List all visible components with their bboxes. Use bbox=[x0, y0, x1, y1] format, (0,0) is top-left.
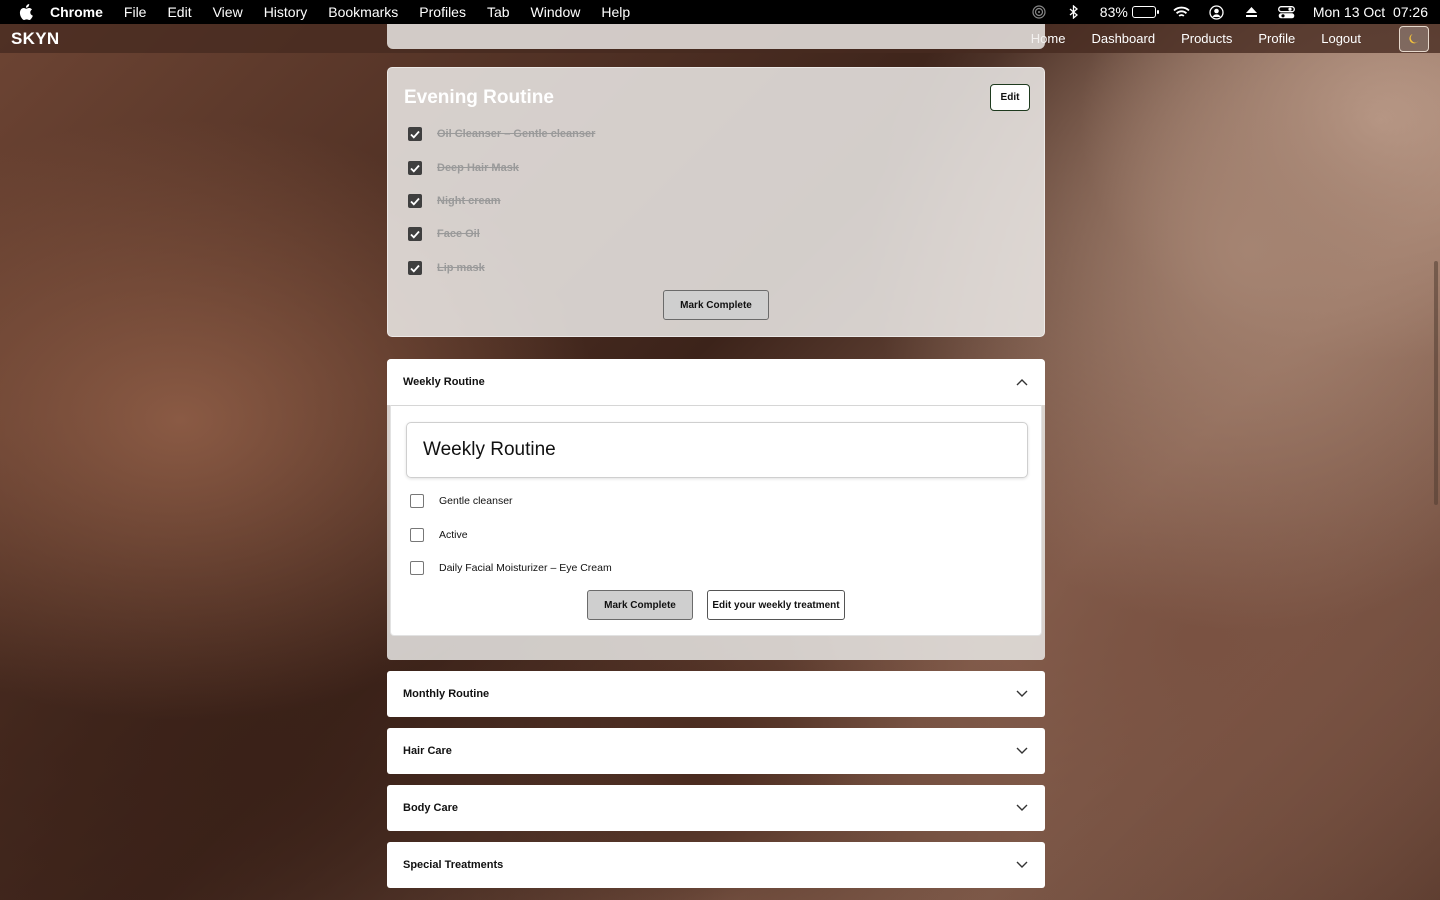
evening-item[interactable]: Deep Hair Mask bbox=[408, 161, 519, 175]
checkbox-checked[interactable] bbox=[408, 127, 422, 141]
scrollbar-thumb[interactable] bbox=[1434, 261, 1438, 505]
check-icon bbox=[410, 197, 420, 206]
section-label: Body Care bbox=[403, 802, 459, 814]
checkbox-checked[interactable] bbox=[408, 194, 422, 208]
evening-item-label: Night cream bbox=[437, 195, 501, 207]
theme-toggle-button[interactable] bbox=[1399, 25, 1429, 52]
check-icon bbox=[410, 230, 420, 239]
battery-status[interactable]: 83% bbox=[1099, 4, 1159, 20]
checkbox-checked[interactable] bbox=[408, 227, 422, 241]
menu-profiles[interactable]: Profiles bbox=[419, 4, 466, 20]
menu-tab[interactable]: Tab bbox=[487, 4, 510, 20]
chevron-down-icon[interactable] bbox=[1015, 801, 1029, 815]
evening-item[interactable]: Face Oil bbox=[408, 227, 480, 241]
nav-profile[interactable]: Profile bbox=[1258, 31, 1295, 46]
evening-item-label: Face Oil bbox=[437, 228, 480, 240]
check-icon bbox=[410, 130, 420, 139]
apple-icon[interactable] bbox=[18, 4, 34, 20]
evening-item[interactable]: Oil Cleanser – Gentle cleanser bbox=[408, 127, 595, 141]
control-center-icon[interactable] bbox=[1278, 5, 1296, 19]
weekly-routine-accordion: Weekly Routine Weekly Routine Gentle cle… bbox=[387, 359, 1045, 660]
checkbox-unchecked[interactable] bbox=[410, 528, 424, 542]
evening-mark-complete-button[interactable]: Mark Complete bbox=[663, 290, 769, 320]
weekly-item[interactable]: Active bbox=[410, 528, 468, 542]
battery-percent: 83% bbox=[1099, 4, 1128, 20]
brand-logo[interactable]: SKYN bbox=[11, 29, 59, 49]
weekly-item-label: Daily Facial Moisturizer – Eye Cream bbox=[439, 562, 612, 574]
datetime[interactable]: Mon 13 Oct 07:26 bbox=[1313, 4, 1428, 20]
check-icon bbox=[410, 264, 420, 273]
menu-app-name[interactable]: Chrome bbox=[50, 4, 103, 20]
checkbox-unchecked[interactable] bbox=[410, 561, 424, 575]
menu-view[interactable]: View bbox=[213, 4, 243, 20]
nav-dashboard[interactable]: Dashboard bbox=[1091, 31, 1155, 46]
menu-edit[interactable]: Edit bbox=[167, 4, 191, 20]
evening-item-label: Lip mask bbox=[437, 262, 485, 274]
monthly-routine-accordion[interactable]: Monthly Routine bbox=[387, 671, 1045, 717]
checkbox-checked[interactable] bbox=[408, 161, 422, 175]
evening-item[interactable]: Night cream bbox=[408, 194, 501, 208]
edit-weekly-treatment-button[interactable]: Edit your weekly treatment bbox=[707, 590, 845, 620]
section-label: Special Treatments bbox=[403, 859, 504, 871]
menu-history[interactable]: History bbox=[264, 4, 308, 20]
bluetooth-icon[interactable] bbox=[1065, 5, 1083, 19]
chevron-down-icon[interactable] bbox=[1015, 744, 1029, 758]
hair-care-accordion[interactable]: Hair Care bbox=[387, 728, 1045, 774]
evening-item-label: Deep Hair Mask bbox=[437, 162, 519, 174]
nav-products[interactable]: Products bbox=[1181, 31, 1232, 46]
evening-item[interactable]: Lip mask bbox=[408, 261, 485, 275]
section-label: Monthly Routine bbox=[403, 688, 490, 700]
airdrop-icon[interactable] bbox=[1030, 5, 1048, 19]
eject-icon[interactable] bbox=[1243, 5, 1261, 19]
battery-icon bbox=[1131, 6, 1159, 18]
menu-help[interactable]: Help bbox=[601, 4, 630, 20]
edit-evening-button[interactable]: Edit bbox=[990, 84, 1030, 111]
nav-logout[interactable]: Logout bbox=[1321, 31, 1361, 46]
menu-bookmarks[interactable]: Bookmarks bbox=[328, 4, 398, 20]
weekly-routine-header-label: Weekly Routine bbox=[403, 376, 485, 388]
weekly-mark-complete-button[interactable]: Mark Complete bbox=[587, 590, 693, 620]
section-label: Hair Care bbox=[403, 745, 452, 757]
nav-links: Home Dashboard Products Profile Logout bbox=[1005, 25, 1429, 52]
previous-card bbox=[387, 24, 1045, 49]
checkbox-unchecked[interactable] bbox=[410, 494, 424, 508]
chevron-down-icon[interactable] bbox=[1015, 858, 1029, 872]
evening-item-label: Oil Cleanser – Gentle cleanser bbox=[437, 128, 596, 140]
evening-routine-card: Evening Routine Edit Oil Cleanser – Gent… bbox=[387, 67, 1045, 337]
checkbox-checked[interactable] bbox=[408, 261, 422, 275]
page-scrollbar[interactable] bbox=[1430, 53, 1440, 900]
user-account-icon[interactable] bbox=[1208, 4, 1226, 20]
weekly-routine-body: Weekly Routine Gentle cleanser Active Da… bbox=[390, 405, 1042, 636]
body-care-accordion[interactable]: Body Care bbox=[387, 785, 1045, 831]
chevron-down-icon[interactable] bbox=[1015, 687, 1029, 701]
special-treatments-accordion[interactable]: Special Treatments bbox=[387, 842, 1045, 888]
weekly-routine-title: Weekly Routine bbox=[406, 422, 1028, 478]
moon-icon bbox=[1409, 33, 1419, 43]
chevron-up-icon[interactable] bbox=[1015, 375, 1029, 389]
weekly-item-label: Active bbox=[439, 529, 468, 541]
weekly-routine-header[interactable]: Weekly Routine bbox=[387, 359, 1045, 405]
evening-routine-title: Evening Routine bbox=[404, 87, 554, 108]
weekly-item[interactable]: Daily Facial Moisturizer – Eye Cream bbox=[410, 561, 612, 575]
weekly-item-label: Gentle cleanser bbox=[439, 495, 513, 507]
weekly-item[interactable]: Gentle cleanser bbox=[410, 494, 513, 508]
menu-file[interactable]: File bbox=[124, 4, 147, 20]
wifi-icon[interactable] bbox=[1173, 5, 1191, 19]
macos-menu-bar: Chrome File Edit View History Bookmarks … bbox=[0, 0, 1440, 24]
check-icon bbox=[410, 164, 420, 173]
menu-window[interactable]: Window bbox=[531, 4, 581, 20]
